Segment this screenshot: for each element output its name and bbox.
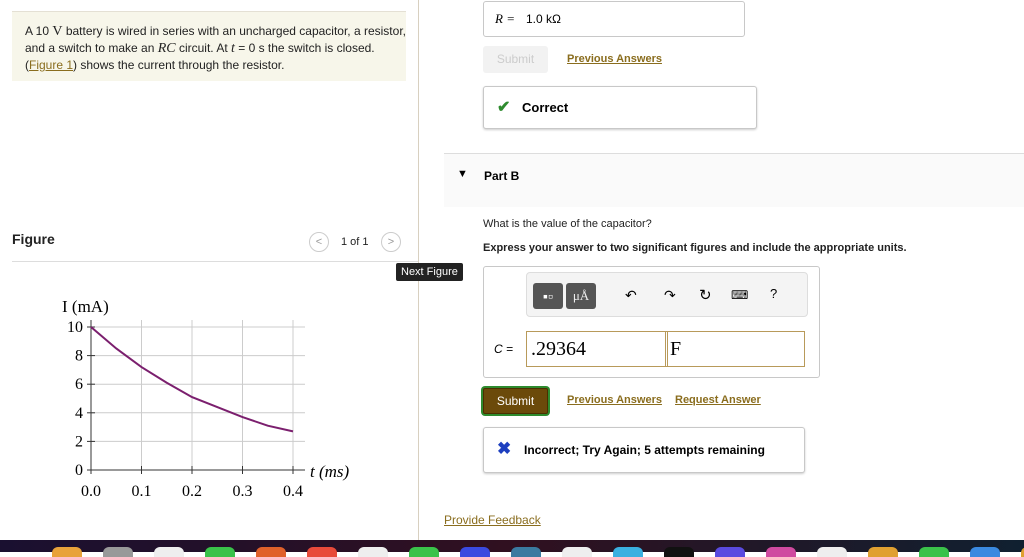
dock-app-icon[interactable] xyxy=(409,547,439,557)
y-axis-label: I (mA) xyxy=(62,297,109,316)
figure-label: Figure xyxy=(12,231,55,247)
dock-app-icon[interactable] xyxy=(154,547,184,557)
var-label: C = xyxy=(494,342,513,356)
x-tick-label: 0.1 xyxy=(132,483,152,500)
redo-icon[interactable]: ↷ xyxy=(664,287,676,304)
figure-rule xyxy=(12,261,418,262)
help-button[interactable]: ? xyxy=(770,286,777,301)
dock-app-icon[interactable] xyxy=(766,547,796,557)
dock-app-icon[interactable] xyxy=(970,547,1000,557)
dock-app-icon[interactable] xyxy=(52,547,82,557)
dock-app-icon[interactable] xyxy=(511,547,541,557)
y-tick-label: 2 xyxy=(75,433,83,450)
y-tick-label: 10 xyxy=(67,319,83,336)
x-tick-label: 0.4 xyxy=(283,483,303,500)
answer-editor: ▪▫ μÅ ↶ ↷ ↻ ⌨ ? C = .29364 F xyxy=(483,266,820,378)
reset-icon[interactable]: ↻ xyxy=(699,286,712,304)
next-figure-button[interactable]: > xyxy=(381,232,401,252)
x-icon: ✖ xyxy=(497,439,512,458)
incorrect-text: Incorrect; Try Again; 5 attempts remaini… xyxy=(524,443,765,457)
dock-app-icon[interactable] xyxy=(358,547,388,557)
value-input[interactable]: .29364 xyxy=(526,331,668,367)
provide-feedback-link[interactable]: Provide Feedback xyxy=(444,513,541,527)
var-label-text: C = xyxy=(494,342,514,356)
problem-text: circuit. At xyxy=(175,41,231,55)
partB-submit-button[interactable]: Submit xyxy=(483,388,548,414)
partB-header[interactable]: ▼ Part B xyxy=(444,153,1024,207)
next-figure-tooltip: Next Figure xyxy=(396,263,463,281)
collapse-caret-icon: ▼ xyxy=(457,168,468,180)
answer-value: 1.0 kΩ xyxy=(526,12,561,26)
correct-text: Correct xyxy=(522,100,569,115)
dock-app-icon[interactable] xyxy=(256,547,286,557)
undo-icon[interactable]: ↶ xyxy=(625,287,637,304)
dock-app-icon[interactable] xyxy=(460,547,490,557)
check-icon: ✔ xyxy=(497,99,511,116)
partB-question: What is the value of the capacitor? xyxy=(483,218,652,230)
correct-feedback: ✔ Correct xyxy=(483,86,757,129)
units-button[interactable]: μÅ xyxy=(566,283,596,309)
partA-answer-box: R = 1.0 kΩ xyxy=(483,1,745,37)
partA-previous-answers[interactable]: Previous Answers xyxy=(567,53,662,65)
x-axis-label: t (ms) xyxy=(310,462,350,481)
figure-link[interactable]: Figure 1 xyxy=(29,58,73,72)
unit-input[interactable]: F xyxy=(665,331,805,367)
figure-pager: 1 of 1 xyxy=(341,236,369,248)
partB-previous-answers[interactable]: Previous Answers xyxy=(567,394,662,406)
partA-submit-button[interactable]: Submit xyxy=(483,46,548,73)
dock-app-icon[interactable] xyxy=(715,547,745,557)
dock-app-icon[interactable] xyxy=(919,547,949,557)
y-tick-label: 4 xyxy=(75,405,83,422)
current-chart: 0 2 4 6 8 10 0.0 0.1 0.2 0.3 0.4 I (mA) t (ms) xyxy=(62,297,350,500)
problem-statement: A 10 V battery is wired in series with a… xyxy=(12,11,406,81)
dock-app-icon[interactable] xyxy=(562,547,592,557)
problem-text: A 10 xyxy=(25,24,53,38)
templates-button[interactable]: ▪▫ xyxy=(533,283,563,309)
x-tick-label: 0.3 xyxy=(233,483,253,500)
y-tick-label: 6 xyxy=(75,376,83,393)
dock-app-icon[interactable] xyxy=(103,547,133,557)
partB-title: Part B xyxy=(484,169,520,183)
y-tick-label: 0 xyxy=(75,462,83,479)
incorrect-feedback: ✖ Incorrect; Try Again; 5 attempts remai… xyxy=(483,427,805,473)
request-answer-link[interactable]: Request Answer xyxy=(675,394,761,406)
dock-app-icon[interactable] xyxy=(664,547,694,557)
x-tick-label: 0.2 xyxy=(182,483,202,500)
dock-app-icon[interactable] xyxy=(205,547,235,557)
dock-app-icon[interactable] xyxy=(817,547,847,557)
problem-text: ) shows the current through the resistor… xyxy=(73,58,285,72)
dock-app-icon[interactable] xyxy=(307,547,337,557)
dock-app-icon[interactable] xyxy=(868,547,898,557)
prev-figure-button[interactable]: < xyxy=(309,232,329,252)
answer-prefix: R = xyxy=(495,11,515,26)
math-toolbar: ▪▫ μÅ ↶ ↷ ↻ ⌨ ? xyxy=(526,272,808,317)
y-tick-label: 8 xyxy=(75,348,83,365)
x-tick-label: 0.0 xyxy=(81,483,101,500)
rc-symbol: RC xyxy=(157,41,176,56)
partB-instruction: Express your answer to two significant f… xyxy=(483,242,907,254)
unit-v: V xyxy=(52,24,63,39)
dock-app-icon[interactable] xyxy=(613,547,643,557)
keyboard-icon[interactable]: ⌨ xyxy=(731,288,748,302)
